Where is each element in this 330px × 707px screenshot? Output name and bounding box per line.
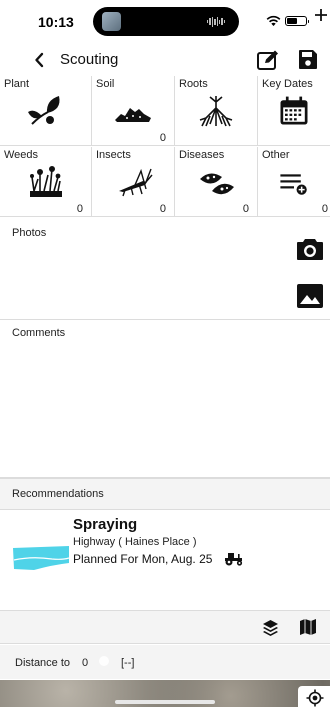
distance-unknown: [--] [121,657,135,669]
tile-count: 0 [159,132,166,144]
plus-icon[interactable] [314,8,328,22]
chevron-left-icon[interactable] [33,51,47,69]
comments-label: Comments [12,327,66,339]
tile-weeds[interactable]: Weeds 0 [0,147,92,217]
tile-label: Diseases [179,149,225,161]
map-toolbar [0,610,330,644]
now-playing-thumbnail [102,12,121,31]
distance-marker-dot [99,656,109,666]
category-row-1: Plant Soil 0 Roots Key Dates [0,76,330,146]
recommendation-title: Spraying [73,516,138,533]
tile-label: Other [262,149,290,161]
home-indicator [115,700,215,704]
tile-roots[interactable]: Roots [175,76,258,146]
tile-other[interactable]: Other 0 [258,147,330,217]
comments-section[interactable]: Comments [0,321,330,478]
status-bar: 10:13 [0,0,330,42]
tile-plant[interactable]: Plant [0,76,92,146]
tile-label: Soil [96,78,115,90]
diseased-leaf-icon [200,173,234,195]
soil-icon [115,108,151,122]
tile-count: 0 [321,203,328,215]
battery-icon [285,16,309,26]
category-row-2: Weeds 0 Insects 0 Diseases 0 Other 0 [0,147,330,217]
recommendations-header: Recommendations [0,478,330,510]
layers-icon[interactable] [262,619,279,636]
recommendation-field: Highway ( Haines Place ) [73,536,197,548]
tile-insects[interactable]: Insects 0 [92,147,175,217]
field-boundary-shape [13,546,70,570]
tile-label: Plant [4,78,30,90]
floppy-disk-icon[interactable] [298,49,318,70]
photos-label: Photos [12,227,47,239]
tile-key-dates[interactable]: Key Dates [258,76,330,146]
wifi-icon [266,15,281,26]
tractor-icon [225,553,243,566]
weeds-icon [29,166,62,197]
camera-icon[interactable] [296,237,324,261]
edit-note-icon[interactable] [256,49,280,71]
tile-diseases[interactable]: Diseases 0 [175,147,258,217]
status-time: 10:13 [38,14,74,30]
grasshopper-icon [119,168,153,197]
roots-icon [199,96,233,127]
tile-label: Weeds [4,149,39,161]
distance-label: Distance to [15,657,71,669]
tile-count: 0 [242,203,249,215]
tile-label: Key Dates [262,78,313,90]
tile-count: 0 [159,203,166,215]
photos-section: Photos [0,221,330,320]
tile-soil[interactable]: Soil 0 [92,76,175,146]
tile-label: Roots [179,78,208,90]
audio-wave-icon [207,16,225,27]
tile-label: Insects [96,149,131,161]
crosshair-locate-icon[interactable] [306,689,324,707]
nav-bar: Scouting [0,44,330,76]
list-add-icon [280,174,307,195]
recommendation-planned: Planned For Mon, Aug. 25 [73,552,213,566]
page-title: Scouting [60,51,119,68]
image-icon[interactable] [296,283,324,309]
calendar-icon [280,96,308,125]
tile-count: 0 [76,203,83,215]
map-icon[interactable] [299,618,317,636]
plant-icon [27,96,59,125]
dynamic-island [93,7,239,36]
distance-value: 0 [82,657,89,669]
recommendations-label: Recommendations [12,488,104,500]
